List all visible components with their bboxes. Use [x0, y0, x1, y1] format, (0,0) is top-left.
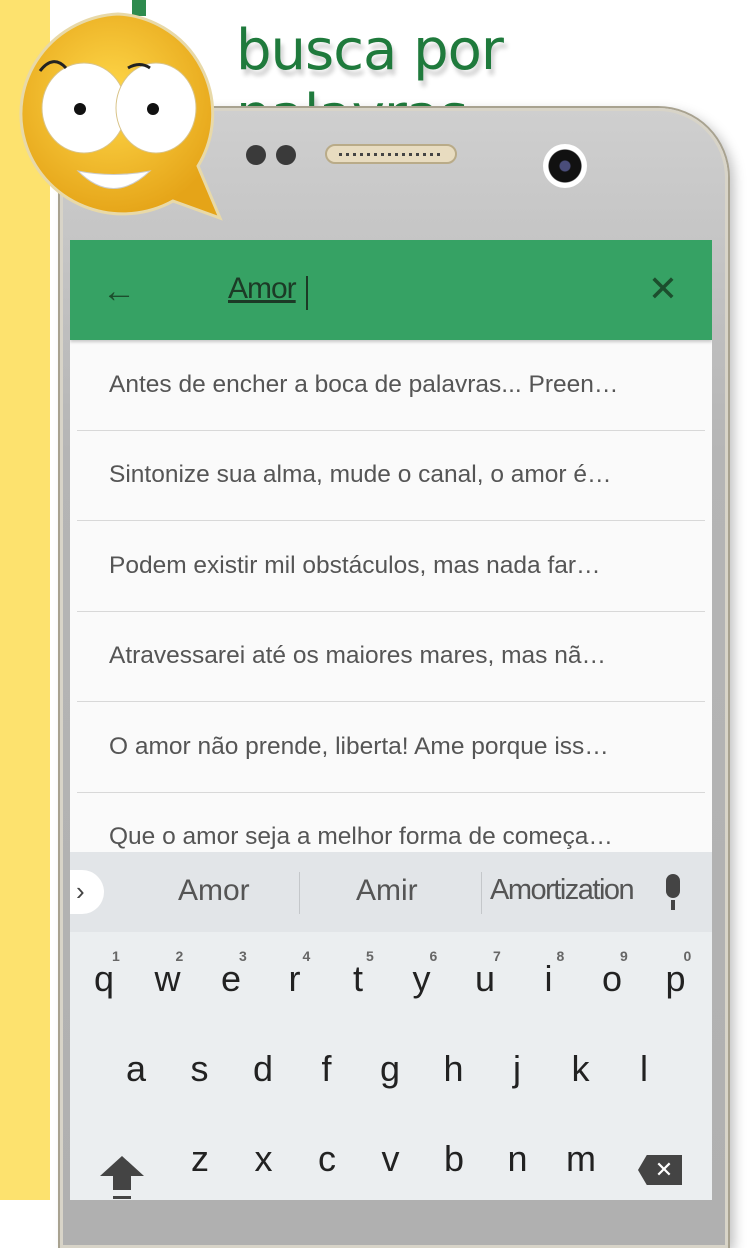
key-number-hint: 7	[493, 948, 501, 964]
key-c[interactable]: c	[307, 1138, 347, 1180]
key-f[interactable]: f	[307, 1048, 347, 1090]
suggestion-item[interactable]: Amor	[178, 874, 250, 908]
key-o[interactable]: o	[592, 958, 632, 1000]
key-w[interactable]: w	[148, 958, 188, 1000]
key-d[interactable]: d	[243, 1048, 283, 1090]
emoji-speech-bubble	[19, 12, 223, 221]
list-item-text: Podem existir mil obstáculos, mas nada f…	[109, 551, 601, 579]
arrow-left-icon[interactable]: ←	[102, 272, 136, 311]
key-y[interactable]: y	[402, 958, 442, 1000]
key-z[interactable]: z	[180, 1138, 220, 1180]
key-k[interactable]: k	[561, 1048, 601, 1090]
key-number-hint: 6	[429, 948, 438, 964]
key-v[interactable]: v	[371, 1138, 411, 1180]
key-number-hint: 4	[302, 948, 311, 964]
sensor-dot	[276, 145, 296, 165]
search-input[interactable]: Amor	[228, 272, 297, 306]
suggestion-item[interactable]: Amir	[356, 874, 418, 908]
divider	[481, 872, 482, 914]
list-item[interactable]: Sintonize sua alma, mude o canal, o amor…	[77, 431, 705, 521]
key-t[interactable]: t	[338, 958, 378, 1000]
key-number-hint: 9	[620, 948, 628, 964]
key-number-hint: 1	[112, 948, 120, 964]
key-number-hint: 3	[239, 948, 247, 964]
microphone-icon[interactable]	[666, 874, 680, 910]
divider	[299, 872, 300, 914]
key-number-hint: 2	[175, 948, 184, 964]
app-screen: ← Amor ✕ Antes de encher a boca de palav…	[70, 240, 712, 1200]
shift-icon-stem	[113, 1176, 131, 1190]
shift-icon[interactable]	[100, 1156, 144, 1176]
soft-keyboard: › Amor Amir Amortization q1 w2 e3 r4 t5 y6 u7 i…	[70, 852, 712, 1200]
key-number-hint: 0	[683, 948, 692, 964]
list-item[interactable]: Atravessarei até os maiores mares, mas n…	[77, 612, 705, 702]
key-h[interactable]: h	[434, 1048, 474, 1090]
key-g[interactable]: g	[370, 1048, 410, 1090]
key-e[interactable]: e	[211, 958, 251, 1000]
key-i[interactable]: i	[529, 958, 569, 1000]
list-item-text: Sintonize sua alma, mude o canal, o amor…	[109, 461, 612, 489]
phone-speaker	[325, 144, 457, 164]
suggestion-item[interactable]: Amortization	[490, 874, 635, 907]
key-number-hint: 8	[556, 948, 565, 964]
key-n[interactable]: n	[498, 1138, 538, 1180]
key-x[interactable]: x	[244, 1138, 284, 1180]
text-caret	[306, 276, 308, 310]
results-list: Antes de encher a boca de palavras... Pr…	[70, 340, 712, 883]
key-q[interactable]: q	[84, 958, 124, 1000]
list-item-text: Que o amor seja a melhor forma de começa…	[109, 823, 613, 851]
sensor-dot	[246, 145, 266, 165]
key-j[interactable]: j	[497, 1048, 537, 1090]
search-query-text: Amor	[228, 272, 297, 305]
shift-icon-bar	[113, 1196, 131, 1199]
key-r[interactable]: r	[275, 958, 315, 1000]
key-b[interactable]: b	[434, 1138, 474, 1180]
backspace-icon[interactable]: ✕	[638, 1155, 682, 1185]
close-icon[interactable]: ✕	[648, 268, 678, 310]
suggestion-bar: › Amor Amir Amortization	[70, 852, 712, 932]
key-number-hint: 5	[366, 948, 374, 964]
list-item[interactable]: O amor não prende, liberta! Ame porque i…	[77, 702, 705, 793]
key-m[interactable]: m	[561, 1138, 601, 1180]
key-u[interactable]: u	[465, 958, 505, 1000]
camera-icon	[543, 144, 587, 188]
list-item[interactable]: Podem existir mil obstáculos, mas nada f…	[77, 521, 705, 612]
list-item-text: O amor não prende, liberta! Ame porque i…	[109, 732, 609, 760]
chevron-right-icon[interactable]: ›	[70, 870, 104, 914]
key-p[interactable]: p	[656, 958, 696, 1000]
list-item[interactable]: Antes de encher a boca de palavras... Pr…	[77, 340, 705, 431]
list-item-text: Atravessarei até os maiores mares, mas n…	[109, 642, 606, 670]
list-item-text: Antes de encher a boca de palavras... Pr…	[109, 370, 619, 398]
key-l[interactable]: l	[624, 1048, 664, 1090]
search-app-bar: ← Amor ✕	[70, 240, 712, 340]
key-a[interactable]: a	[116, 1048, 156, 1090]
key-s[interactable]: s	[180, 1048, 220, 1090]
